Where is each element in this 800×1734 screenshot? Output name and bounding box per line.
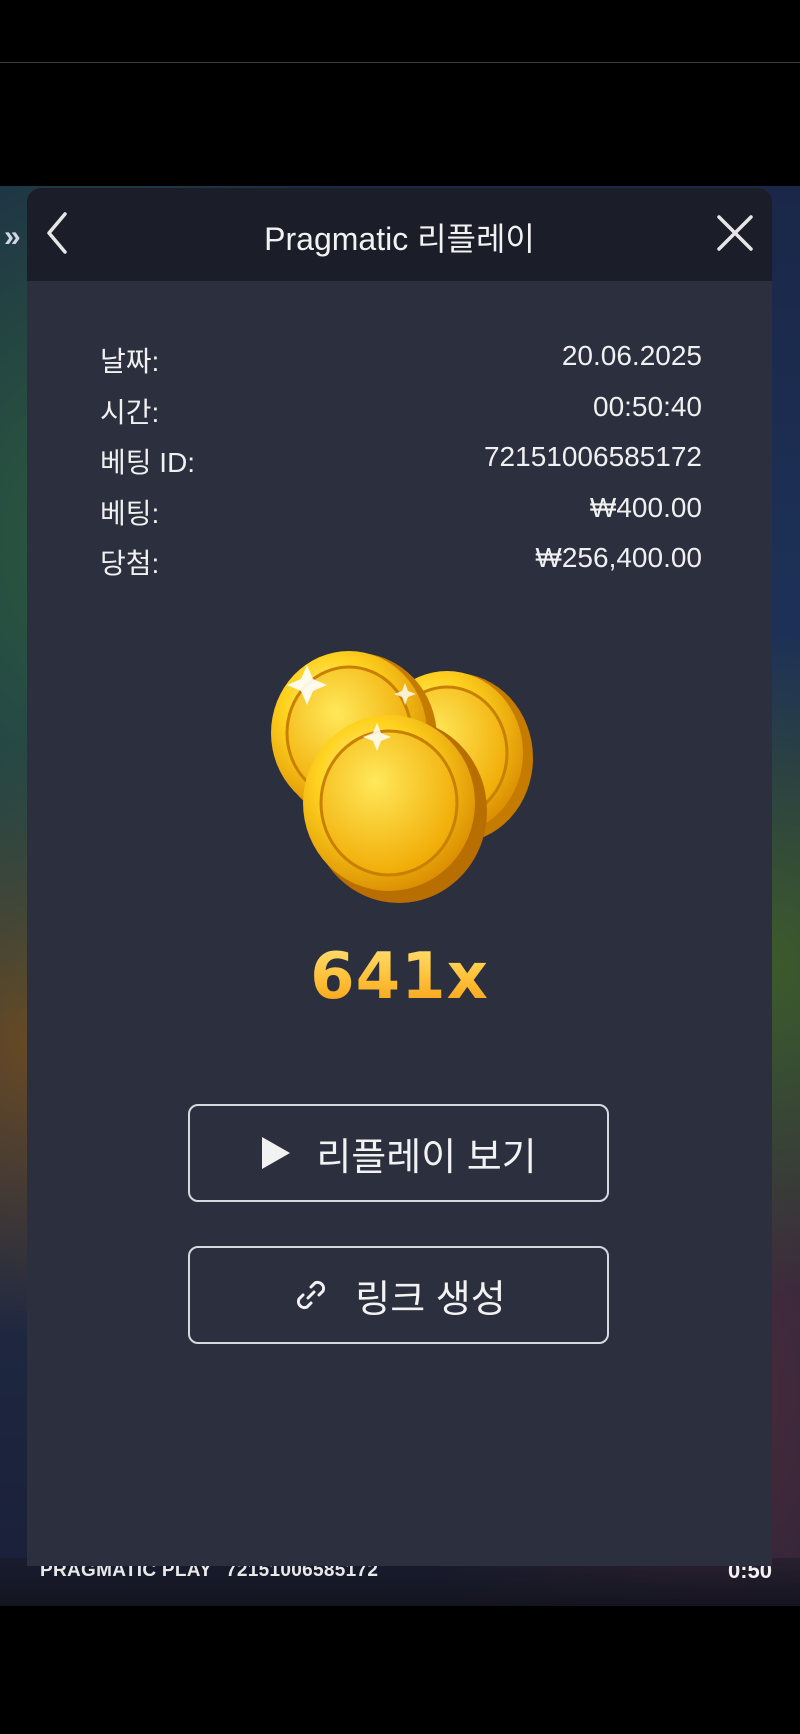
detail-label: 시간:: [100, 396, 160, 428]
screen: » PRAGMATIC PLAY 72151006585172 0:50 Prag…: [0, 0, 800, 1734]
win-multiplier: 641x: [27, 940, 772, 1014]
detail-label: 날짜:: [100, 346, 160, 377]
create-link-label: 링크 생성: [355, 1278, 506, 1321]
modal-title: Pragmatic 리플레이: [264, 221, 535, 257]
detail-value: 72151006585172: [483, 441, 702, 472]
view-replay-button[interactable]: 리플레이 보기: [188, 1104, 609, 1202]
detail-label: 베팅 ID:: [100, 447, 196, 478]
detail-row-time: 시간: 00:50:40: [100, 391, 702, 442]
detail-row-date: 날짜: 20.06.2025: [100, 340, 702, 391]
view-replay-label: 리플레이 보기: [316, 1136, 537, 1179]
detail-row-bet-id: 베팅 ID: 72151006585172: [100, 441, 702, 492]
close-button[interactable]: [712, 210, 758, 256]
detail-label: 베팅:: [100, 497, 160, 529]
detail-row-win: 당첨: ₩256,400.00: [100, 542, 702, 593]
create-link-button[interactable]: 링크 생성: [188, 1246, 609, 1344]
detail-row-bet: 베팅: ₩400.00: [100, 492, 702, 543]
bet-details: 날짜: 20.06.2025 시간: 00:50:40 베팅 ID: 72151…: [100, 340, 702, 593]
close-icon: [717, 215, 753, 251]
replay-modal: Pragmatic 리플레이 날짜: 20.06.2025 시간: 00:50:…: [27, 188, 772, 1566]
detail-value: 00:50:40: [593, 390, 702, 422]
link-icon: [297, 1280, 326, 1310]
divider: [0, 62, 800, 63]
detail-value: ₩400.00: [589, 491, 702, 523]
play-icon: [262, 1137, 291, 1169]
detail-label: 당첨:: [100, 548, 160, 579]
gold-coins-icon: [271, 651, 533, 903]
detail-value: 20.06.2025: [561, 340, 702, 371]
detail-value: ₩256,400.00: [535, 542, 702, 573]
modal-header: Pragmatic 리플레이: [27, 188, 772, 281]
double-chevron-right-icon[interactable]: »: [4, 220, 21, 254]
